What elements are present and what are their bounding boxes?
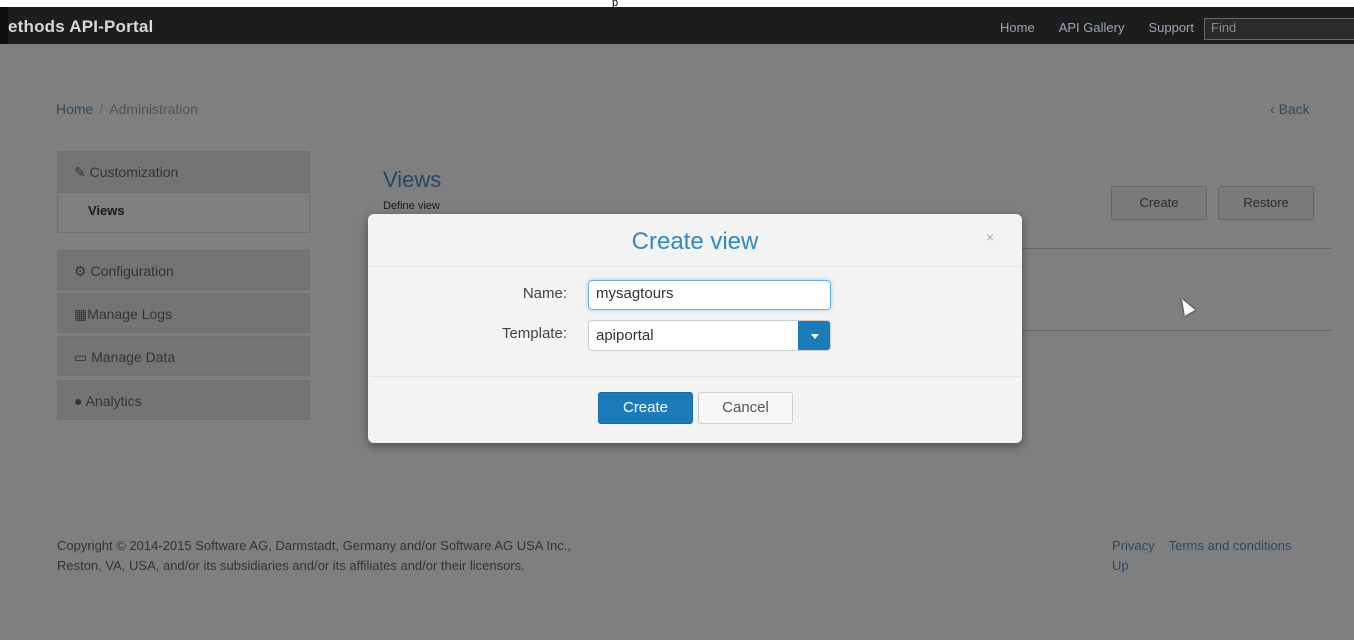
brand-logo[interactable]: ethods API-Portal — [8, 17, 153, 37]
nav-links: Home API Gallery Support — [1000, 20, 1194, 35]
create-button[interactable]: Create — [598, 392, 693, 424]
dialog-footer-divider — [370, 376, 1020, 377]
nav-api-gallery[interactable]: API Gallery — [1059, 20, 1125, 35]
search-input[interactable]: Find — [1204, 18, 1354, 40]
cancel-button[interactable]: Cancel — [698, 392, 793, 424]
top-strip-text: p — [612, 0, 619, 9]
template-select[interactable]: apiportal — [588, 320, 831, 351]
nav-home[interactable]: Home — [1000, 20, 1035, 35]
name-field[interactable]: mysagtours — [588, 280, 831, 310]
nav-support[interactable]: Support — [1148, 20, 1194, 35]
name-label: Name: — [522, 285, 567, 302]
top-strip: p — [0, 0, 1354, 9]
modal-backdrop-edge — [0, 7, 8, 640]
template-selected-value: apiportal — [596, 327, 654, 344]
dialog-title: Create view — [631, 228, 759, 255]
chevron-down-icon[interactable] — [798, 321, 830, 350]
navbar: ethods API-Portal Home API Gallery Suppo… — [0, 7, 1354, 44]
close-icon[interactable]: × — [986, 229, 994, 245]
template-label: Template: — [501, 325, 567, 342]
